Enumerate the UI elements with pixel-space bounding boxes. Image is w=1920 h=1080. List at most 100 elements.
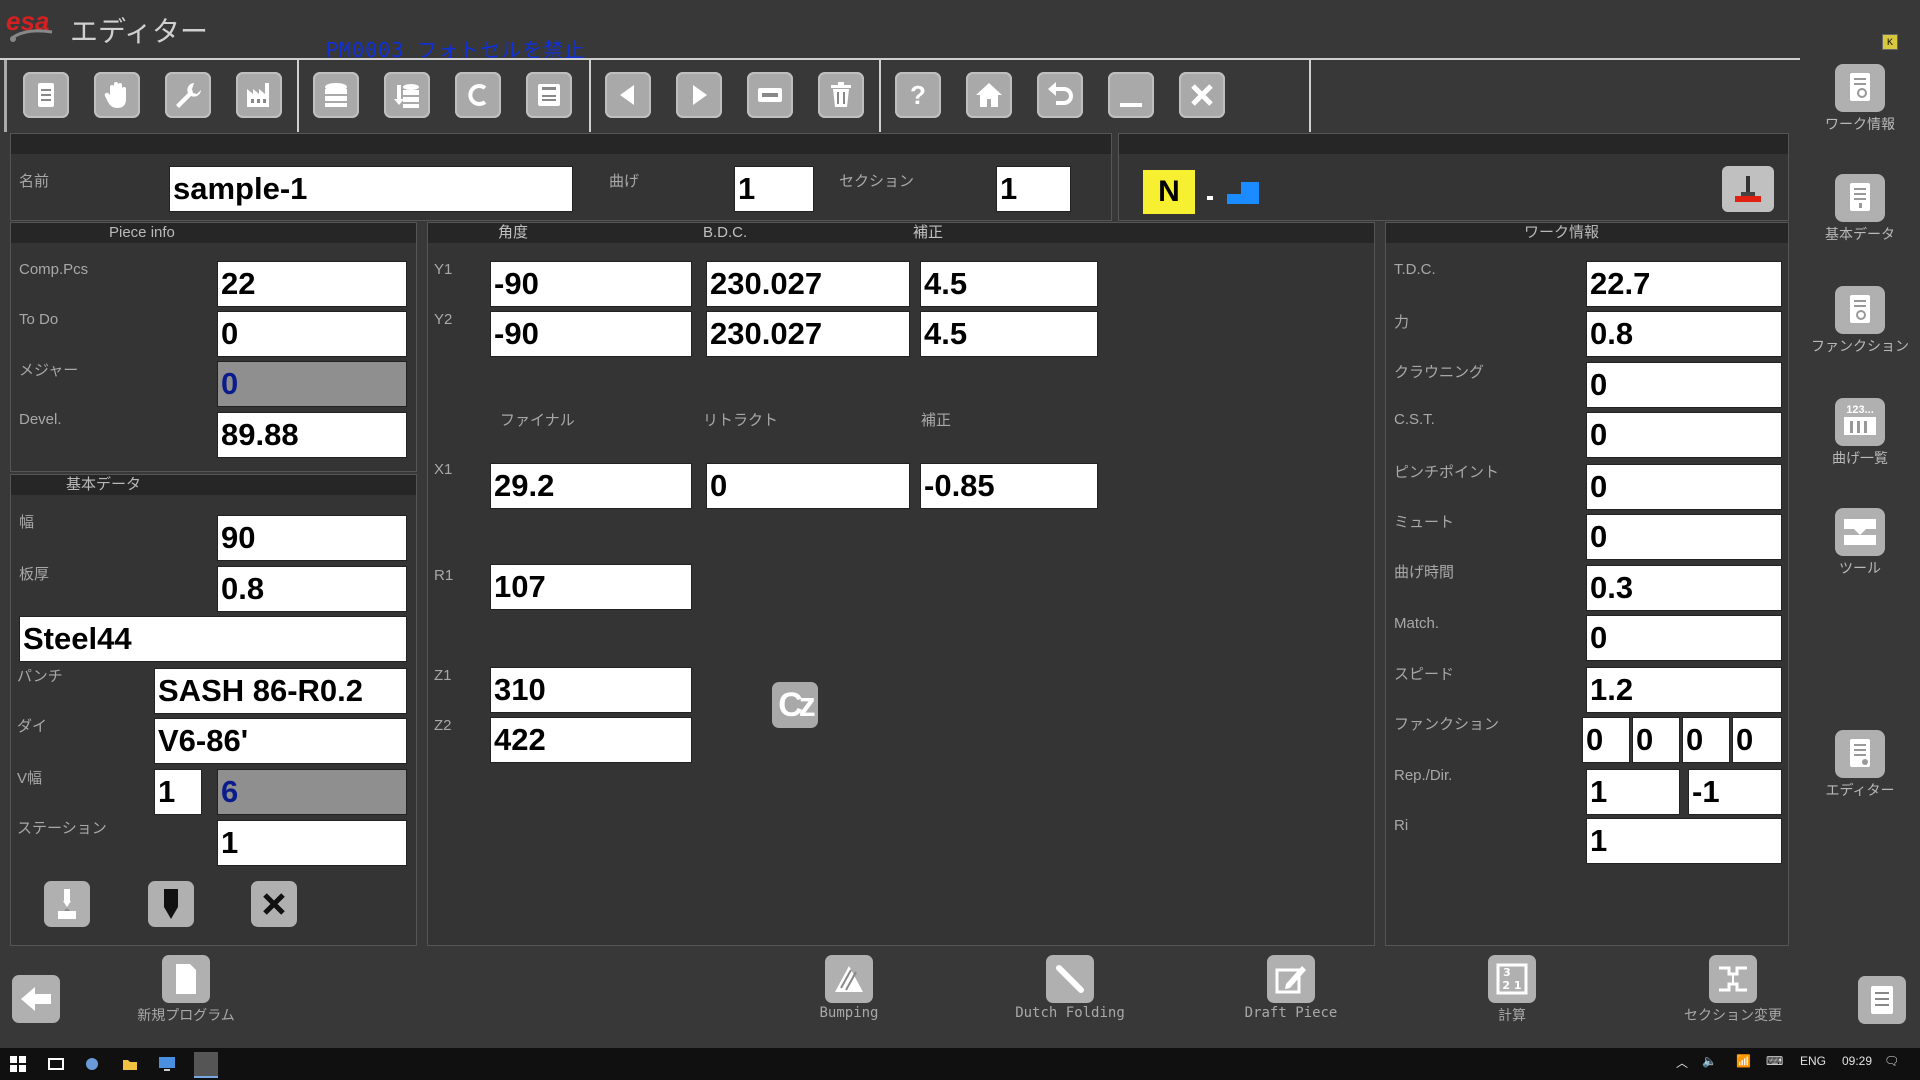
keyboard-indicator-icon[interactable]: K — [1882, 34, 1898, 50]
close-button[interactable] — [1179, 72, 1225, 118]
cz-button[interactable]: Cz — [772, 682, 818, 728]
editor-icon — [1850, 739, 1870, 767]
monitor-icon[interactable] — [158, 1056, 176, 1072]
thickness-field[interactable]: 0.8 — [217, 566, 407, 612]
mode-badge[interactable]: N — [1143, 170, 1195, 214]
remove-button[interactable] — [747, 72, 793, 118]
function-field-2[interactable]: 0 — [1632, 717, 1680, 763]
v-width-field-1[interactable]: 1 — [154, 769, 202, 815]
bend-time-field[interactable]: 0.3 — [1586, 565, 1782, 611]
width-field[interactable]: 90 — [217, 515, 407, 561]
y1-angle-field[interactable]: -90 — [490, 261, 692, 307]
app-icon[interactable] — [84, 1056, 100, 1072]
x1-retract-field[interactable]: 0 — [706, 463, 910, 509]
network-icon[interactable]: 📶 — [1736, 1054, 1751, 1068]
function-field-1[interactable]: 0 — [1582, 717, 1630, 763]
side-editor-button[interactable] — [1835, 730, 1885, 778]
notification-icon[interactable]: 🗨 — [1884, 1054, 1899, 1068]
save-button[interactable] — [526, 72, 572, 118]
folder-icon[interactable] — [122, 1056, 138, 1072]
language-indicator[interactable]: ENG — [1800, 1054, 1826, 1068]
material-field[interactable]: Steel44 — [19, 616, 407, 662]
pinch-point-field[interactable]: 0 — [1586, 464, 1782, 510]
section-field[interactable]: 1 — [996, 166, 1071, 212]
y1-bdc-field[interactable]: 230.027 — [706, 261, 910, 307]
name-field[interactable]: sample-1 — [169, 166, 573, 212]
back-button[interactable] — [12, 975, 60, 1023]
file-button[interactable] — [23, 72, 69, 118]
todo-label: To Do — [19, 311, 59, 328]
wrench-icon — [176, 83, 201, 108]
tdc-field[interactable]: 22.7 — [1586, 261, 1782, 307]
side-basic-data-button[interactable] — [1835, 174, 1885, 222]
z2-field[interactable]: 422 — [490, 717, 692, 763]
document-icon — [1871, 986, 1893, 1014]
bend-field[interactable]: 1 — [734, 166, 814, 212]
y1-correction-field[interactable]: 4.5 — [920, 261, 1098, 307]
x1-final-field[interactable]: 29.2 — [490, 463, 692, 509]
database-button[interactable] — [313, 72, 359, 118]
menu-button[interactable] — [1858, 976, 1906, 1024]
dir-field[interactable]: -1 — [1688, 769, 1782, 815]
comp-pcs-field[interactable]: 22 — [217, 261, 407, 307]
punch-field[interactable]: SASH 86-R0.2 — [154, 668, 407, 714]
z1-field[interactable]: 310 — [490, 667, 692, 713]
volume-icon[interactable]: 🔈 — [1702, 1054, 1717, 1068]
ri-field[interactable]: 1 — [1586, 818, 1782, 864]
rep-field[interactable]: 1 — [1586, 769, 1680, 815]
machine-view-button[interactable] — [1722, 166, 1774, 212]
crowning-field[interactable]: 0 — [1586, 362, 1782, 408]
tools-button[interactable] — [165, 72, 211, 118]
mute-field[interactable]: 0 — [1586, 514, 1782, 560]
tool-select-button[interactable] — [44, 881, 90, 927]
y2-angle-field[interactable]: -90 — [490, 311, 692, 357]
y2-correction-field[interactable]: 4.5 — [920, 311, 1098, 357]
manual-button[interactable] — [94, 72, 140, 118]
next-button[interactable] — [676, 72, 722, 118]
speed-field[interactable]: 1.2 — [1586, 667, 1782, 713]
svg-text:3: 3 — [1503, 966, 1511, 979]
tray-chevron-icon[interactable]: ︿ — [1676, 1054, 1688, 1071]
clock[interactable]: 09:29 — [1842, 1054, 1872, 1068]
minimize-button[interactable] — [1108, 72, 1154, 118]
dutch-folding-button[interactable] — [1046, 955, 1094, 1003]
bumping-button[interactable] — [825, 955, 873, 1003]
devel-field[interactable]: 89.88 — [217, 412, 407, 458]
y2-bdc-field[interactable]: 230.027 — [706, 311, 910, 357]
database-down-icon — [394, 84, 419, 108]
undo-button[interactable] — [1037, 72, 1083, 118]
side-tool-button[interactable] — [1835, 508, 1885, 556]
side-function-button[interactable] — [1835, 286, 1885, 334]
new-program-button[interactable] — [162, 955, 210, 1003]
clear-tools-button[interactable] — [251, 881, 297, 927]
previous-button[interactable] — [605, 72, 651, 118]
keyboard-icon[interactable]: ⌨ — [1766, 1054, 1783, 1068]
c-button[interactable] — [455, 72, 501, 118]
windows-start-icon[interactable] — [10, 1056, 26, 1072]
side-bend-list-button[interactable]: 123... — [1835, 398, 1885, 446]
database-load-button[interactable] — [384, 72, 430, 118]
delete-button[interactable] — [818, 72, 864, 118]
task-view-icon[interactable] — [48, 1056, 64, 1072]
die-field[interactable]: V6-86' — [154, 718, 407, 764]
punch-button[interactable] — [148, 881, 194, 927]
side-work-info-button[interactable] — [1835, 64, 1885, 112]
function-field-4[interactable]: 0 — [1732, 717, 1782, 763]
force-field[interactable]: 0.8 — [1586, 311, 1782, 357]
function-field-3[interactable]: 0 — [1682, 717, 1730, 763]
section-change-button[interactable] — [1709, 955, 1757, 1003]
r1-field[interactable]: 107 — [490, 564, 692, 610]
todo-field[interactable]: 0 — [217, 311, 407, 357]
active-app-icon[interactable] — [194, 1052, 218, 1078]
x1-correction-field[interactable]: -0.85 — [920, 463, 1098, 509]
match-field[interactable]: 0 — [1586, 615, 1782, 661]
help-button[interactable]: ? — [895, 72, 941, 118]
station-field[interactable]: 1 — [217, 820, 407, 866]
mode-panel: N — [1118, 133, 1789, 221]
production-button[interactable] — [236, 72, 282, 118]
home-button[interactable] — [966, 72, 1012, 118]
calculate-button[interactable]: 2 13 — [1488, 955, 1536, 1003]
draft-piece-button[interactable] — [1267, 955, 1315, 1003]
cst-field[interactable]: 0 — [1586, 412, 1782, 458]
piece-info-title: Piece info — [11, 223, 416, 243]
